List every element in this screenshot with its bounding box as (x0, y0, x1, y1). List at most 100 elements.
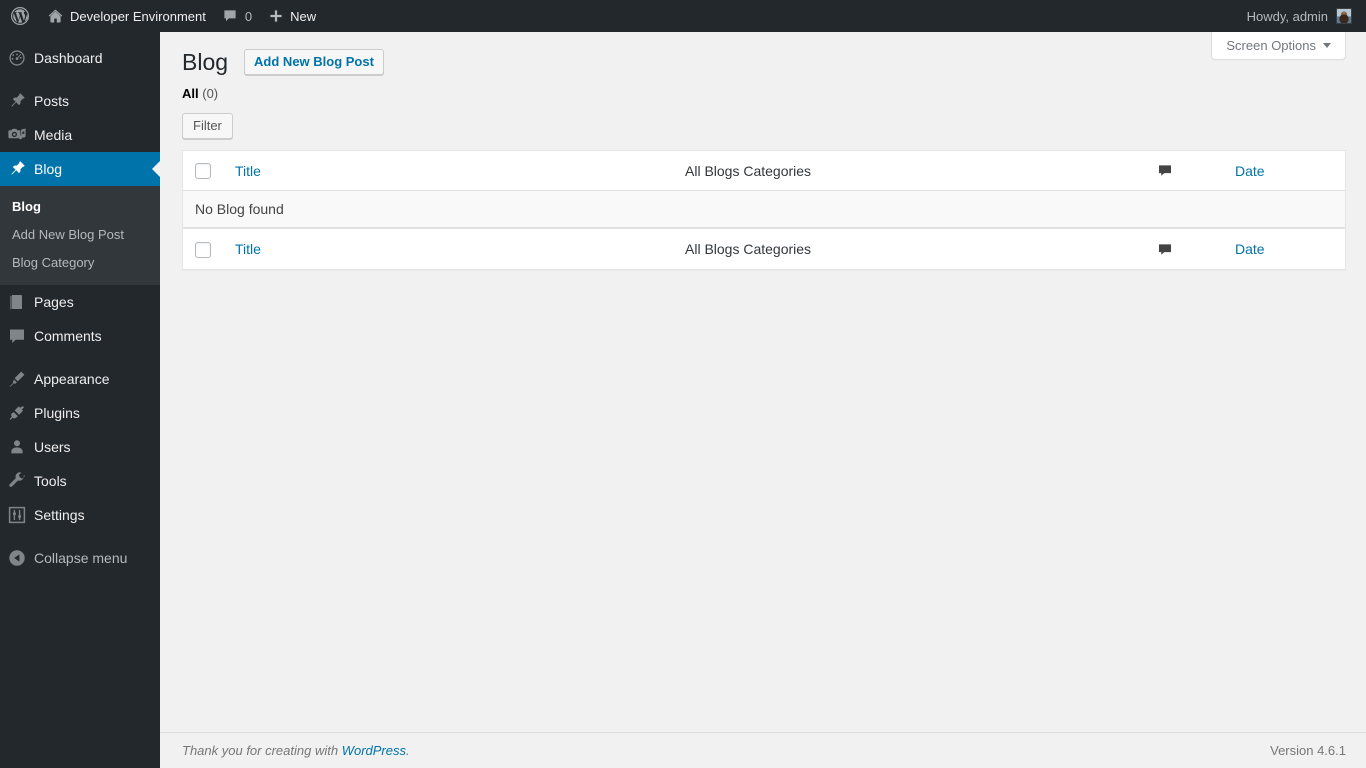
collapse-menu-label: Collapse menu (34, 550, 128, 566)
sidebar-submenu-blog: Blog Add New Blog Post Blog Category (0, 186, 160, 285)
screen-options-label: Screen Options (1226, 38, 1316, 53)
footer-thanks-suffix: . (406, 743, 410, 758)
plug-icon (0, 403, 34, 423)
table-body: No Blog found (183, 191, 1345, 229)
select-all-header (183, 151, 225, 192)
sidebar-item-dashboard[interactable]: Dashboard (0, 41, 160, 75)
sidebar-item-plugins[interactable]: Plugins (0, 396, 160, 430)
blog-list-table: Title All Blogs Categories Date No Blog … (182, 150, 1346, 270)
menu-separator (0, 75, 160, 84)
sidebar-item-label: Tools (34, 473, 67, 489)
sidebar-item-settings[interactable]: Settings (0, 498, 160, 532)
comment-bubble-icon (0, 326, 34, 346)
filter-button[interactable]: Filter (182, 113, 233, 139)
status-filter-list: All (0) (182, 86, 1346, 102)
sidebar-item-label: Plugins (34, 405, 80, 421)
sidebar-item-label: Settings (34, 507, 85, 523)
sidebar-item-label: Comments (34, 328, 102, 344)
sidebar-item-label: Media (34, 127, 73, 143)
sidebar-item-label: Dashboard (34, 50, 103, 66)
admin-footer: Thank you for creating with WordPress. V… (160, 732, 1366, 768)
column-header-comments (1105, 151, 1225, 192)
comment-bubble-icon (1157, 163, 1173, 179)
comment-bubble-icon (1157, 242, 1173, 258)
sidebar-item-tools[interactable]: Tools (0, 464, 160, 498)
site-name-label: Developer Environment (70, 8, 206, 24)
home-icon (47, 8, 64, 25)
column-header-categories-label: All Blogs Categories (685, 162, 812, 179)
column-header-date-link[interactable]: Date (1235, 163, 1265, 179)
column-header-title-link[interactable]: Title (235, 163, 261, 179)
paintbrush-icon (0, 369, 34, 389)
pin-icon (0, 159, 34, 179)
sidebar-item-label: Users (34, 439, 71, 455)
submenu-item-label: Add New Blog Post (12, 227, 125, 242)
new-content-menu[interactable]: New (260, 0, 324, 32)
add-new-blog-post-button[interactable]: Add New Blog Post (244, 49, 384, 75)
avatar (1336, 8, 1352, 24)
sidebar-item-label: Blog (34, 161, 63, 177)
column-footer-categories-label: All Blogs Categories (685, 240, 812, 257)
select-all-footer-header (183, 228, 225, 269)
menu-separator (0, 353, 160, 362)
sidebar-item-appearance[interactable]: Appearance (0, 362, 160, 396)
select-all-checkbox-footer[interactable] (195, 241, 211, 258)
page-icon (0, 292, 34, 312)
page-wrap: Blog Add New Blog Post All (0) Filter Ti… (182, 32, 1346, 270)
footer-thanks-prefix: Thank you for creating with (182, 743, 342, 758)
column-footer-title-link[interactable]: Title (235, 241, 261, 257)
column-header-date: Date (1225, 151, 1345, 192)
screen-options-button[interactable]: Screen Options (1211, 32, 1346, 60)
site-name-menu[interactable]: Developer Environment (39, 0, 214, 32)
submenu-item-blog-category[interactable]: Blog Category (0, 249, 160, 277)
submenu-item-label: Blog Category (12, 255, 95, 270)
submenu-item-add-new-blog-post[interactable]: Add New Blog Post (0, 221, 160, 249)
collapse-menu-button[interactable]: Collapse menu (0, 541, 160, 575)
wordpress-logo-icon (10, 6, 30, 26)
select-all-checkbox[interactable] (195, 163, 211, 180)
sidebar-item-label: Posts (34, 93, 70, 109)
sidebar-item-pages[interactable]: Pages (0, 285, 160, 319)
comments-menu[interactable]: 0 (214, 0, 260, 32)
column-footer-date-link[interactable]: Date (1235, 241, 1265, 257)
admin-sidebar-menu: Dashboard Posts Media Blog Blog Add New … (0, 32, 160, 768)
column-footer-comments (1105, 228, 1225, 269)
howdy-label: Howdy, admin (1246, 8, 1328, 24)
main-content: Screen Options Blog Add New Blog Post Al… (160, 32, 1366, 768)
wrench-icon (0, 471, 34, 491)
table-empty-message: No Blog found (183, 191, 1345, 229)
column-footer-date: Date (1225, 228, 1345, 269)
my-account-menu[interactable]: Howdy, admin (1239, 0, 1360, 32)
footer-thanks: Thank you for creating with WordPress. (182, 743, 410, 758)
table-footer-row: Title All Blogs Categories Date (183, 228, 1345, 269)
sidebar-item-posts[interactable]: Posts (0, 84, 160, 118)
chevron-down-icon (1323, 43, 1331, 48)
table-nav-top: Filter (182, 113, 1346, 143)
sidebar-item-users[interactable]: Users (0, 430, 160, 464)
media-camera-icon (0, 125, 34, 145)
column-footer-title: Title (225, 228, 675, 269)
new-content-label: New (290, 8, 317, 24)
column-header-title: Title (225, 151, 675, 192)
submenu-item-blog[interactable]: Blog (0, 193, 160, 221)
sidebar-item-media[interactable]: Media (0, 118, 160, 152)
table-foot: Title All Blogs Categories Date (183, 228, 1345, 269)
settings-sliders-icon (0, 505, 34, 525)
status-filter-all[interactable]: All (182, 86, 199, 101)
table-head: Title All Blogs Categories Date (183, 151, 1345, 192)
sidebar-item-blog[interactable]: Blog (0, 152, 160, 186)
user-icon (0, 437, 34, 457)
wordpress-link[interactable]: WordPress (342, 743, 406, 758)
sidebar-item-label: Appearance (34, 371, 110, 387)
admin-bar: Developer Environment 0 New Howdy, admin (0, 0, 1366, 32)
collapse-arrow-icon (0, 548, 34, 568)
plus-icon (268, 8, 284, 24)
sidebar-item-comments[interactable]: Comments (0, 319, 160, 353)
page-title: Blog (182, 48, 229, 75)
column-footer-categories: All Blogs Categories (675, 228, 1105, 269)
table-empty-row: No Blog found (183, 191, 1345, 229)
submenu-item-label: Blog (12, 199, 41, 214)
page-header: Blog Add New Blog Post (182, 32, 1346, 75)
pin-icon (0, 91, 34, 111)
wordpress-logo-button[interactable] (0, 0, 39, 32)
